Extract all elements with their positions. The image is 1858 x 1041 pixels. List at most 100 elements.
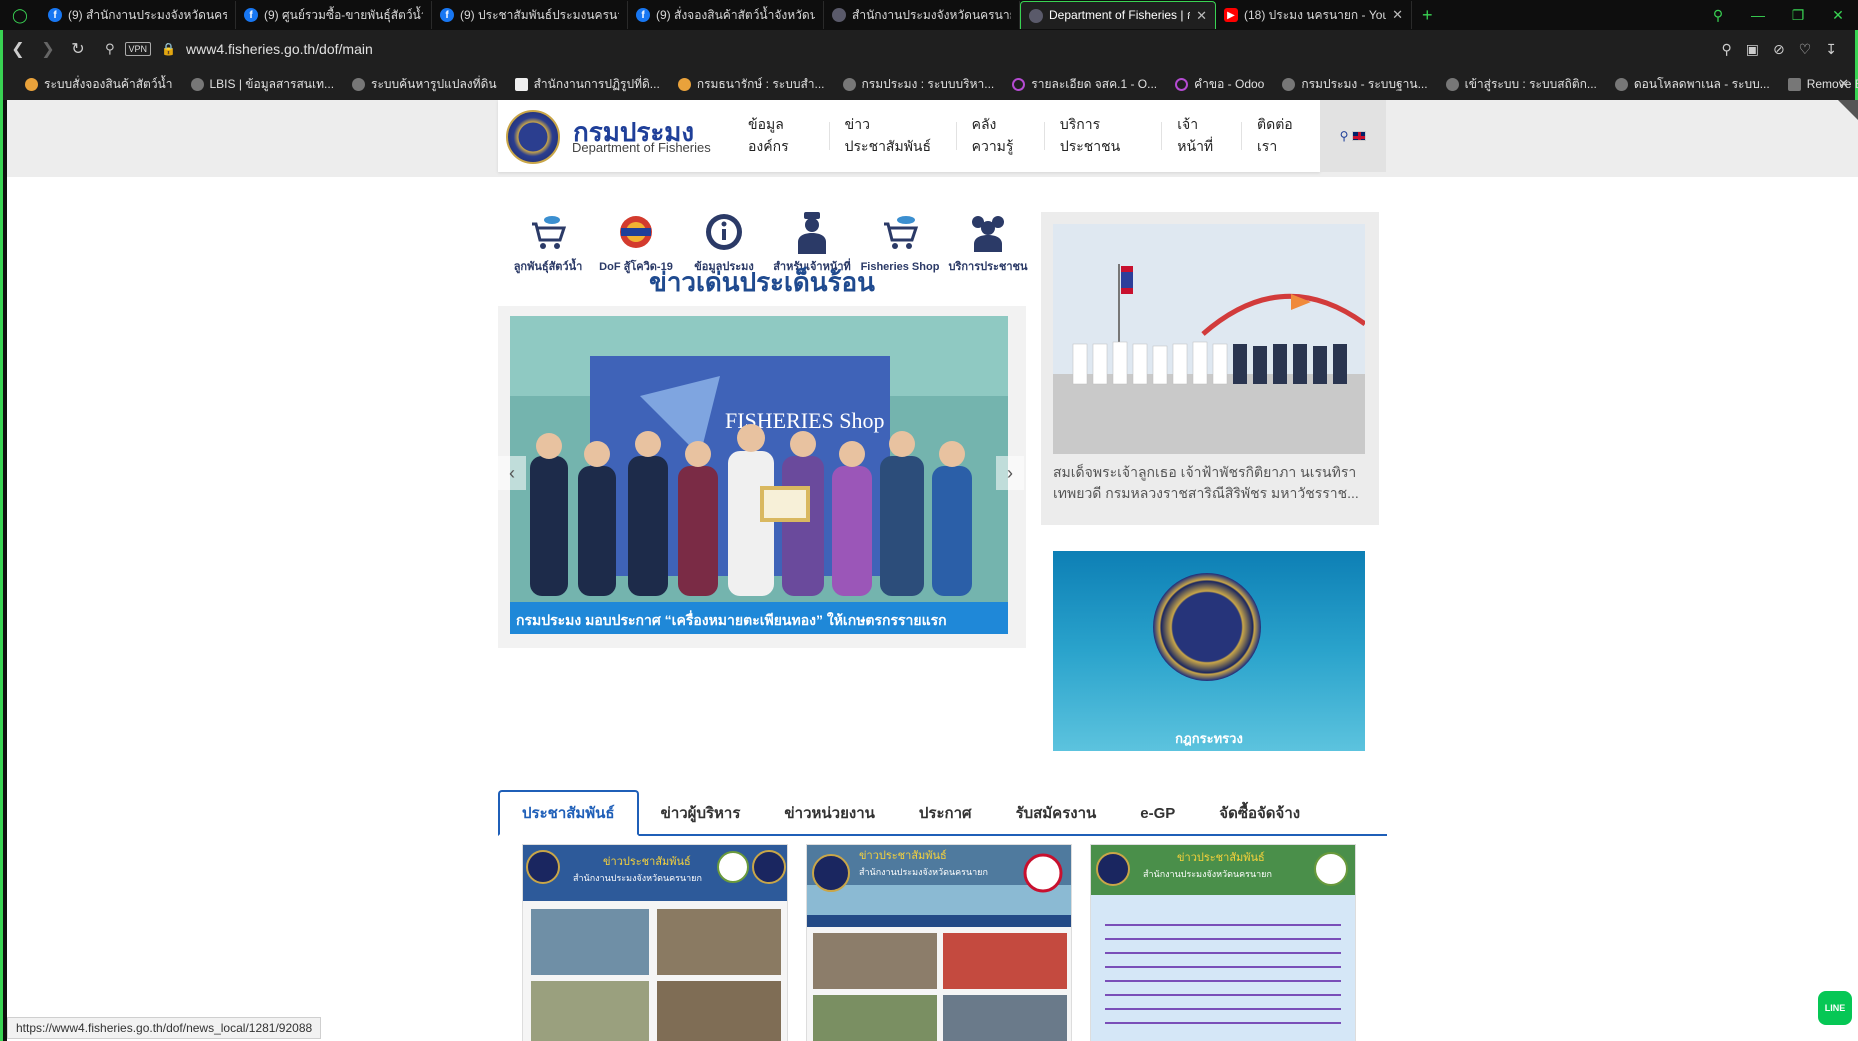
browser-tab[interactable]: f (9) ประชาสัมพันธ์ประมงนครนา... bbox=[432, 1, 628, 29]
bookmark-icon bbox=[190, 77, 204, 91]
minimize-icon[interactable]: — bbox=[1738, 7, 1778, 23]
bookmark-label: Remove Backgroun... bbox=[1806, 77, 1858, 91]
news-card-sub: สำนักงานประมงจังหวัดนครนายก bbox=[573, 873, 702, 884]
forward-icon[interactable]: ❯ bbox=[33, 39, 63, 59]
download-icon[interactable]: ↧ bbox=[1825, 41, 1837, 58]
menu-item-knowledge[interactable]: คลังความรู้ bbox=[955, 116, 1044, 154]
close-tab-icon[interactable]: ✕ bbox=[1392, 7, 1403, 23]
news-card[interactable]: ข่าวประชาสัมพันธ์ สำนักงานประมงจังหวัดนค… bbox=[1090, 844, 1356, 1041]
news-card-sub: สำนักงานประมงจังหวัดนครนายก bbox=[859, 867, 988, 878]
browser-tab[interactable]: ▶ (18) ประมง นครนายก - YouTu... ✕ bbox=[1216, 1, 1412, 29]
tab-procurement[interactable]: จัดซื้อจัดจ้าง bbox=[1197, 790, 1322, 836]
menu-item-organization[interactable]: ข้อมูลองค์กร bbox=[733, 116, 829, 154]
news-card-sub: สำนักงานประมงจังหวัดนครนายก bbox=[1143, 869, 1272, 880]
camera-icon[interactable]: ▣ bbox=[1746, 41, 1759, 58]
tab-public-relations[interactable]: ประชาสัมพันธ์ bbox=[498, 790, 639, 836]
window-controls: ⚲ — ❐ ✕ bbox=[1698, 0, 1858, 30]
news-card[interactable]: ข่าวประชาสัมพันธ์ สำนักงานประมงจังหวัดนค… bbox=[522, 844, 788, 1041]
browser-menu-icon[interactable]: ◯ bbox=[0, 0, 40, 30]
lock-icon[interactable]: 🔒 bbox=[161, 42, 176, 56]
close-bookmarks-icon[interactable]: ✕ bbox=[1838, 76, 1849, 92]
back-icon[interactable]: ❮ bbox=[3, 39, 33, 59]
menu-item-staff[interactable]: เจ้าหน้าที่ bbox=[1161, 116, 1241, 154]
bookmark-item[interactable]: สำนักงานการปฏิรูปที่ดิ... bbox=[514, 75, 660, 94]
bookmark-item[interactable]: ระบบค้นหารูปแปลงที่ดิน bbox=[352, 75, 497, 94]
odoo-icon bbox=[1012, 77, 1026, 91]
heart-icon[interactable]: ♡ bbox=[1799, 41, 1812, 58]
news-card[interactable]: ข่าวประชาสัมพันธ์ สำนักงานประมงจังหวัดนค… bbox=[806, 844, 1072, 1041]
bookmark-item[interactable]: คำขอ - Odoo bbox=[1175, 75, 1264, 94]
new-tab-button[interactable]: + bbox=[1412, 5, 1443, 26]
bookmark-item[interactable]: เข้าสู่ระบบ : ระบบสถิติก... bbox=[1445, 75, 1597, 94]
page-viewport: กรมประมง Department of Fisheries ข้อมูลอ… bbox=[7, 100, 1858, 1041]
brand-title-en[interactable]: Department of Fisheries bbox=[572, 140, 711, 155]
reload-icon[interactable]: ↻ bbox=[63, 39, 93, 59]
close-window-icon[interactable]: ✕ bbox=[1818, 7, 1858, 24]
english-flag-icon[interactable] bbox=[1352, 131, 1367, 141]
bookmark-label: สำนักงานการปฏิรูปที่ดิ... bbox=[533, 76, 660, 91]
search-icon[interactable]: ⚲ bbox=[105, 41, 115, 57]
news-card-grid: ข่าวประชาสัมพันธ์ สำนักงานประมงจังหวัดนค… bbox=[522, 844, 1356, 1041]
menu-item-news[interactable]: ข่าวประชาสัมพันธ์ bbox=[828, 116, 956, 154]
vpn-badge[interactable]: VPN bbox=[124, 42, 152, 56]
bookmark-item[interactable]: กรมประมง : ระบบบริหา... bbox=[842, 75, 994, 94]
featured-news-caption[interactable]: สมเด็จพระเจ้าลูกเธอ เจ้าฟ้าพัชรกิติยาภา … bbox=[1053, 462, 1365, 504]
ministerial-regulation-banner[interactable]: กฎกระทรวง bbox=[1041, 540, 1379, 751]
carousel-slide-image[interactable]: FISHERIES Shop bbox=[510, 316, 1008, 634]
tab-announcements[interactable]: ประกาศ bbox=[897, 790, 994, 836]
tab-jobs[interactable]: รับสมัครงาน bbox=[994, 790, 1119, 836]
news-tabs: ประชาสัมพันธ์ ข่าวผู้บริหาร ข่าวหน่วยงาน… bbox=[498, 790, 1387, 836]
shopping-cart-fish-icon bbox=[878, 210, 922, 254]
browser-tab-active[interactable]: Department of Fisheries | ก... ✕ bbox=[1020, 1, 1216, 29]
bookmark-item[interactable]: รายละเอียด จสค.1 - O... bbox=[1012, 75, 1157, 94]
dof-seal-logo bbox=[1153, 573, 1261, 681]
line-chat-button[interactable]: LINE bbox=[1818, 991, 1852, 1025]
browser-tab-bar: ◯ f (9) สำนักงานประมงจังหวัดนครน... f (9) … bbox=[0, 0, 1858, 30]
news-card-header: ข่าวประชาสัมพันธ์ bbox=[859, 849, 947, 862]
tab-title: (9) ประชาสัมพันธ์ประมงนครนา... bbox=[460, 7, 619, 22]
browser-tab[interactable]: สำนักงานประมงจังหวัดนครนาย... bbox=[824, 1, 1020, 29]
law-banner-image[interactable]: กฎกระทรวง bbox=[1053, 551, 1365, 751]
browser-tab[interactable]: f (9) สั่งจองสินค้าสัตว์น้ำจังหวัดน... bbox=[628, 1, 824, 29]
news-card-header: ข่าวประชาสัมพันธ์ bbox=[603, 855, 691, 868]
tab-egp[interactable]: e-GP bbox=[1118, 790, 1197, 836]
carousel-caption[interactable]: กรมประมง มอบประกาศ “เครื่องหมายตะเพียนทอ… bbox=[510, 602, 1008, 634]
facebook-icon: f bbox=[440, 8, 454, 22]
block-icon[interactable]: ⊘ bbox=[1773, 41, 1785, 58]
bookmark-item[interactable]: ระบบสั่งจองสินค้าสัตว์น้ำ bbox=[25, 75, 173, 94]
bookmark-label: เข้าสู่ระบบ : ระบบสถิติก... bbox=[1464, 76, 1597, 91]
browser-tab[interactable]: f (9) ศูนย์รวมซื้อ-ขายพันธุ์สัตว์น้ำ... bbox=[236, 1, 432, 29]
featured-news-card[interactable]: สมเด็จพระเจ้าลูกเธอ เจ้าฟ้าพัชรกิติยาภา … bbox=[1041, 212, 1379, 525]
menu-item-contact[interactable]: ติดต่อเรา bbox=[1241, 116, 1320, 154]
featured-news-photo[interactable] bbox=[1053, 224, 1365, 454]
bookmark-item[interactable]: LBIS | ข้อมูลสารสนเท... bbox=[190, 75, 334, 94]
officer-icon bbox=[790, 210, 834, 254]
news-carousel: FISHERIES Shop กรมประมง มอบประกาศ “เครื่… bbox=[498, 306, 1026, 648]
url-input[interactable]: www4.fisheries.go.th/dof/main bbox=[186, 41, 373, 57]
tab-title: สำนักงานประมงจังหวัดนครนาย... bbox=[852, 7, 1011, 22]
restore-icon[interactable]: ❐ bbox=[1778, 7, 1818, 24]
browser-tab[interactable]: f (9) สำนักงานประมงจังหวัดนครน... bbox=[40, 1, 236, 29]
menu-item-services[interactable]: บริการประชาชน bbox=[1043, 116, 1161, 154]
law-banner-label: กฎกระทรวง bbox=[1175, 731, 1243, 746]
bookmark-item[interactable]: กรมประมง - ระบบฐาน... bbox=[1282, 75, 1428, 94]
tab-executive-news[interactable]: ข่าวผู้บริหาร bbox=[639, 790, 763, 836]
search-icon[interactable]: ⚲ bbox=[1340, 129, 1349, 143]
carousel-next-icon[interactable]: › bbox=[996, 456, 1024, 490]
tab-agency-news[interactable]: ข่าวหน่วยงาน bbox=[762, 790, 896, 836]
tab-title: (9) ศูนย์รวมซื้อ-ขายพันธุ์สัตว์น้ำ... bbox=[264, 7, 423, 22]
bookmark-label: รายละเอียด จสค.1 - O... bbox=[1031, 76, 1158, 91]
carousel-prev-icon[interactable]: ‹ bbox=[498, 456, 526, 490]
search-page-icon[interactable]: ⚲ bbox=[1721, 41, 1731, 58]
close-tab-icon[interactable]: ✕ bbox=[1196, 8, 1207, 24]
bookmark-icon bbox=[1445, 77, 1459, 91]
bookmark-item[interactable]: กรมธนารักษ์ : ระบบสำ... bbox=[677, 75, 825, 94]
bookmark-label: กรมธนารักษ์ : ระบบสำ... bbox=[696, 76, 825, 91]
search-tabs-icon[interactable]: ⚲ bbox=[1698, 7, 1738, 24]
bookmark-item[interactable]: ดอนโหลดพาเนล - ระบบ... bbox=[1614, 75, 1770, 94]
tab-title: (18) ประมง นครนายก - YouTu... bbox=[1244, 7, 1386, 22]
site-header: กรมประมง Department of Fisheries ข้อมูลอ… bbox=[498, 100, 1320, 172]
dof-logo[interactable] bbox=[506, 110, 560, 164]
status-bar-url: https://www4.fisheries.go.th/dof/news_lo… bbox=[7, 1017, 322, 1039]
globe-icon bbox=[832, 8, 846, 22]
